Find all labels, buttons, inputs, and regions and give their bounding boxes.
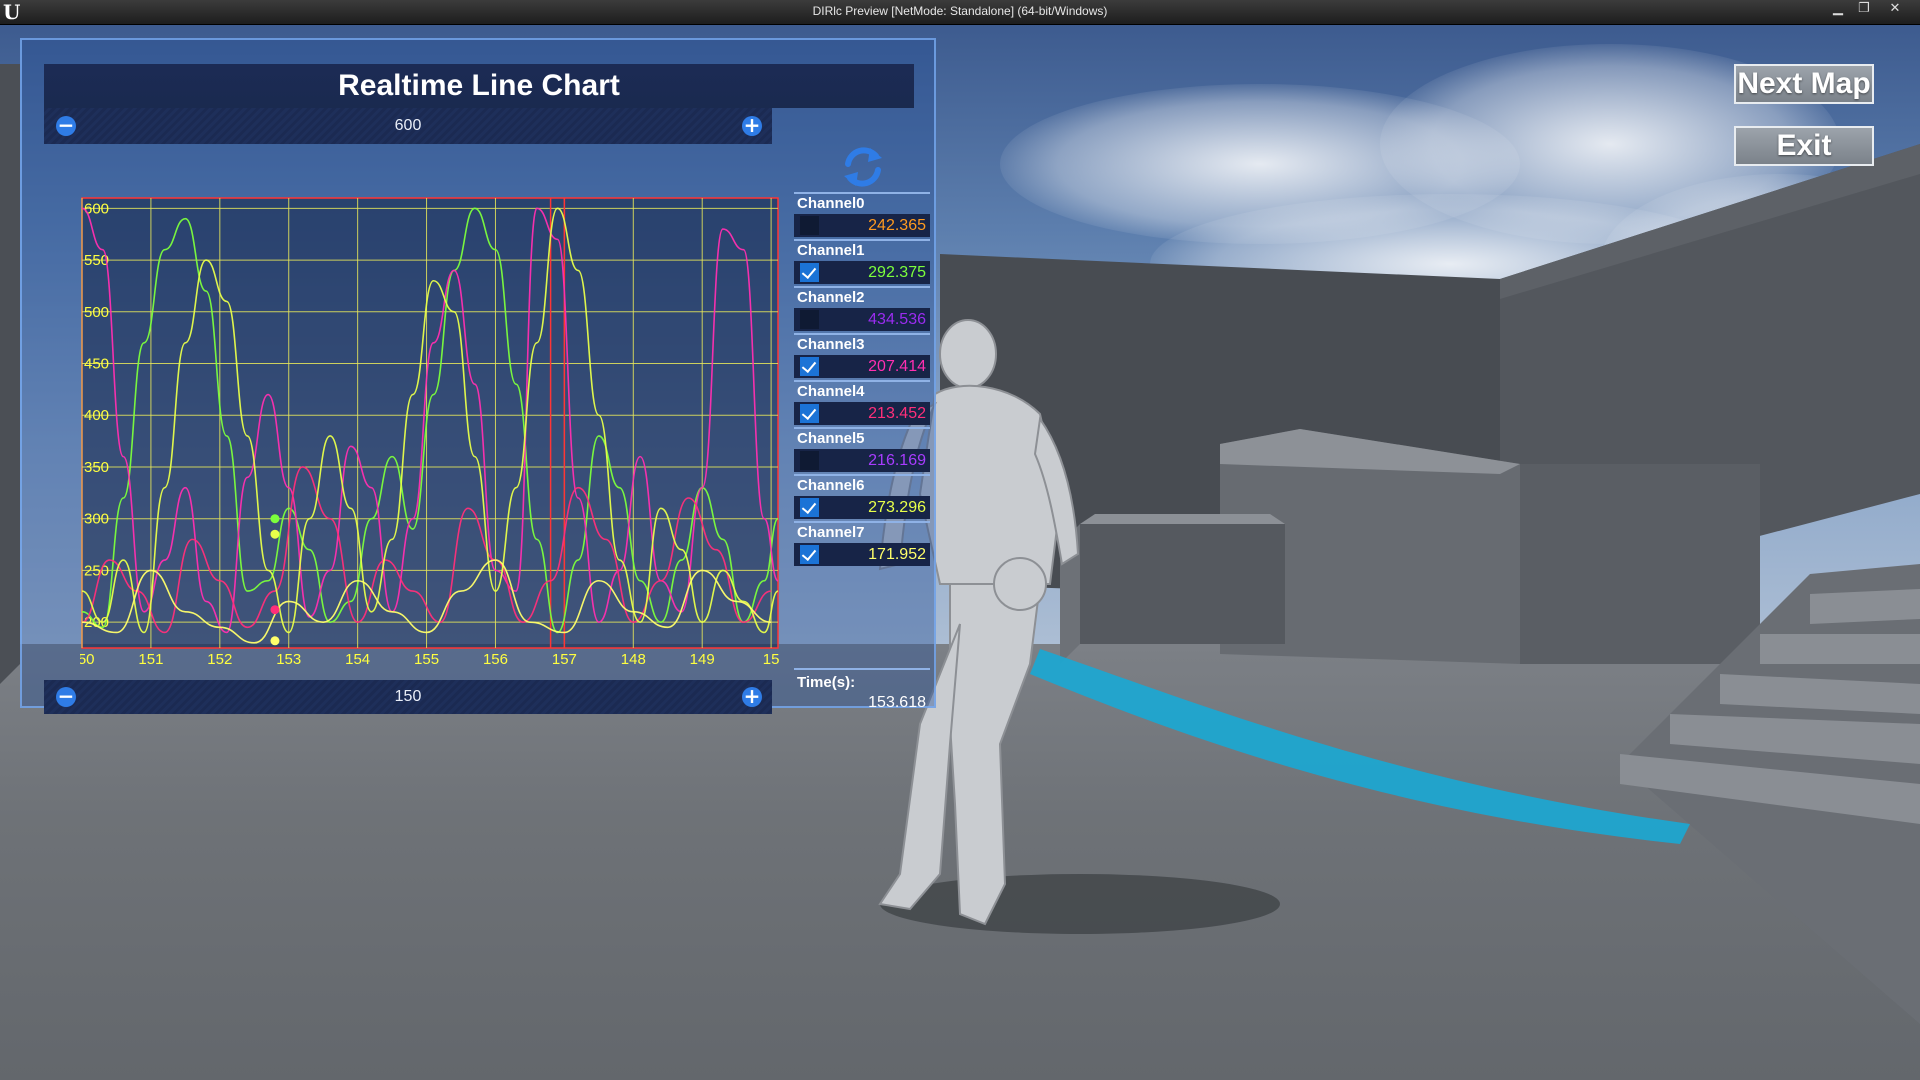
channel-name: Channel3 <box>794 333 930 355</box>
channel-name: Channel2 <box>794 286 930 308</box>
channel-row: Channel2 434.536 <box>794 286 930 333</box>
channel-checkbox[interactable] <box>800 498 819 517</box>
minimize-button[interactable]: ▁ <box>1827 1 1849 17</box>
y-tick-label: 300 <box>84 511 109 528</box>
window-titlebar: U DIRlc Preview [NetMode: Standalone] (6… <box>0 0 1920 25</box>
chart-svg: 6005505004504003503002502001501511521531… <box>80 197 780 666</box>
channel-name: Channel0 <box>794 192 930 214</box>
x-tick-label: 157 <box>552 651 577 666</box>
time-label: Time(s): <box>797 674 856 691</box>
x-tick-label: 156 <box>483 651 508 666</box>
y-max-value: 600 <box>394 117 422 134</box>
channel-value: 207.414 <box>868 358 926 375</box>
channel-row: Channel1 292.375 <box>794 239 930 286</box>
channel-value: 292.375 <box>868 264 926 281</box>
chart-title: Realtime Line Chart <box>44 64 914 108</box>
channel-row: Channel6 273.296 <box>794 474 930 521</box>
x-min-increase-button[interactable]: + <box>742 684 762 708</box>
x-tick-label: 151 <box>138 651 163 666</box>
next-map-button[interactable]: Next Map <box>1734 64 1874 104</box>
line-chart-plot: 6005505004504003503002502001501511521531… <box>80 196 780 666</box>
channel-value: 434.536 <box>868 311 926 328</box>
channel-body: 207.414 <box>794 355 930 378</box>
x-tick-label: 149 <box>690 651 715 666</box>
x-tick-label: 154 <box>345 651 370 666</box>
x-tick-label: 153 <box>276 651 301 666</box>
channel-name: Channel4 <box>794 380 930 402</box>
channel-row: Channel4 213.452 <box>794 380 930 427</box>
channel-checkbox[interactable] <box>800 216 819 235</box>
y-tick-label: 450 <box>84 356 109 373</box>
channel-body: 171.952 <box>794 543 930 566</box>
channel-body: 292.375 <box>794 261 930 284</box>
time-value: 153.618 <box>868 694 926 711</box>
window-title: DIRlc Preview [NetMode: Standalone] (64-… <box>812 4 1108 18</box>
x-min-value: 150 <box>394 688 422 705</box>
channel-row: Channel5 216.169 <box>794 427 930 474</box>
time-readout: Time(s): 153.618 <box>794 668 930 720</box>
channel-checkbox[interactable] <box>800 263 819 282</box>
channel-value: 216.169 <box>868 452 926 469</box>
current-value-marker <box>270 605 280 615</box>
y-tick-label: 400 <box>84 407 109 424</box>
channel-value: 242.365 <box>868 217 926 234</box>
current-value-marker <box>270 636 280 646</box>
channel-checkbox[interactable] <box>800 404 819 423</box>
y-max-increase-button[interactable]: + <box>742 113 762 137</box>
channel-value: 273.296 <box>868 499 926 516</box>
channel-row: Channel0 242.365 <box>794 192 930 239</box>
close-button[interactable]: ✕ <box>1884 1 1906 17</box>
realtime-chart-panel: Realtime Line Chart − 600 + 600 550 500 450… <box>20 38 936 714</box>
refresh-icon[interactable] <box>840 144 886 190</box>
plus-circle-icon: + <box>743 684 761 708</box>
channel-body: 216.169 <box>794 449 930 472</box>
current-value-marker <box>270 514 280 524</box>
x-tick-label: 150 <box>80 651 95 666</box>
channel-name: Channel7 <box>794 521 930 543</box>
channel-list: Channel0 242.365 Channel1 292.375 Channel2 43… <box>794 192 930 568</box>
channel-checkbox[interactable] <box>800 310 819 329</box>
y-tick-label: 350 <box>84 459 109 476</box>
x-tick-label: 15 <box>763 651 780 666</box>
y-tick-label: 500 <box>84 304 109 321</box>
y-tick-label: 250 <box>84 562 109 579</box>
y-max-range-bar: − 600 + <box>44 108 772 144</box>
channel-value: 213.452 <box>868 405 926 422</box>
channel-checkbox[interactable] <box>800 451 819 470</box>
channel-name: Channel1 <box>794 239 930 261</box>
channel-body: 273.296 <box>794 496 930 519</box>
channel-row: Channel7 171.952 <box>794 521 930 568</box>
x-tick-label: 155 <box>414 651 439 666</box>
restore-button[interactable]: ❐ <box>1853 1 1875 17</box>
channel-name: Channel5 <box>794 427 930 449</box>
channel-checkbox[interactable] <box>800 545 819 564</box>
x-tick-label: 148 <box>621 651 646 666</box>
channel-row: Channel3 207.414 <box>794 333 930 380</box>
channel-body: 434.536 <box>794 308 930 331</box>
exit-button[interactable]: Exit <box>1734 126 1874 166</box>
channel-body: 242.365 <box>794 214 930 237</box>
x-min-range-bar: − 150 + <box>44 680 772 714</box>
channel-value: 171.952 <box>868 546 926 563</box>
current-value-marker <box>270 529 280 539</box>
channel-body: 213.452 <box>794 402 930 425</box>
channel-checkbox[interactable] <box>800 357 819 376</box>
plus-circle-icon: + <box>743 113 761 137</box>
channel-name: Channel6 <box>794 474 930 496</box>
x-tick-label: 152 <box>207 651 232 666</box>
